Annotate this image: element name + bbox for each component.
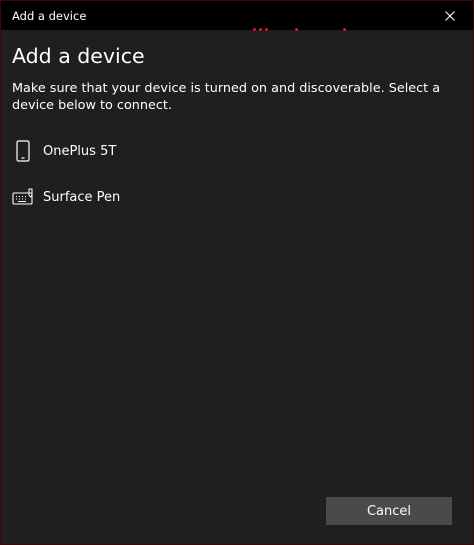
add-device-dialog: Add a device Add a device Make sure that…: [0, 0, 474, 545]
progress-dot: [259, 28, 262, 31]
dialog-heading: Add a device: [12, 44, 145, 68]
progress-dot: [265, 28, 268, 31]
progress-dot: [343, 28, 346, 31]
instructions-text: Make sure that your device is turned on …: [12, 81, 441, 113]
phone-icon: [12, 139, 34, 163]
device-item-surface-pen[interactable]: Surface Pen: [1, 175, 473, 219]
cancel-button[interactable]: Cancel: [326, 497, 452, 525]
device-item-oneplus-5t[interactable]: OnePlus 5T: [1, 129, 473, 173]
close-icon: [445, 10, 455, 21]
device-name: OnePlus 5T: [43, 143, 117, 159]
progress-dot: [253, 28, 256, 31]
progress-dot: [295, 28, 298, 31]
close-button[interactable]: [427, 1, 473, 30]
device-name: Surface Pen: [43, 189, 121, 205]
keyboard-pen-icon: [12, 185, 34, 209]
title-bar: Add a device: [1, 1, 473, 31]
window-title: Add a device: [12, 9, 87, 23]
